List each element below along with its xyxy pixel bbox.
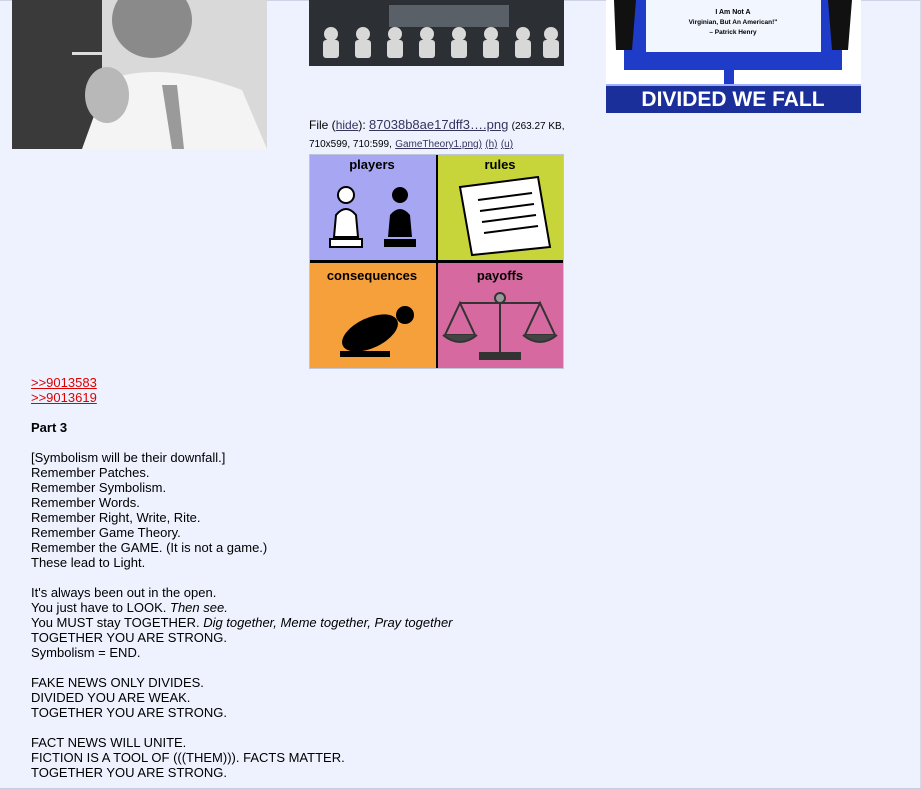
chess-pieces-image xyxy=(309,0,564,66)
post-line: Remember the GAME. (It is not a game.) xyxy=(31,540,268,555)
divided-we-fall-thumbnail[interactable]: I Am Not A Virginian, But An American!" … xyxy=(606,0,861,113)
h-link[interactable]: (h) xyxy=(485,139,497,150)
game-theory-thumbnail[interactable]: players rules consequences payoffs xyxy=(309,154,564,369)
post-body: >>9013583 >>9013619 Part 3 [Symbolism wi… xyxy=(31,375,631,780)
divided-poster: I Am Not A Virginian, But An American!" … xyxy=(606,0,861,113)
post-line: Remember Game Theory. xyxy=(31,525,181,540)
post-line: You just have to LOOK. Then see. xyxy=(31,600,631,615)
game-theory-image: players rules consequences payoffs xyxy=(310,155,563,368)
poster-attribution: – Patrick Henry xyxy=(709,29,757,36)
post-line: FACT NEWS WILL UNITE. xyxy=(31,735,187,750)
portrait-photo xyxy=(12,0,267,149)
rules-paper-icon xyxy=(458,175,552,257)
post-line: TOGETHER YOU ARE STRONG. xyxy=(31,705,227,720)
must-text: You MUST stay TOGETHER. xyxy=(31,615,204,630)
u-link[interactable]: (u) xyxy=(501,139,513,150)
post-line: DIVIDED YOU ARE WEAK. xyxy=(31,690,191,705)
hide-link[interactable]: hide xyxy=(336,118,359,132)
post-line: Symbolism = END. xyxy=(31,645,141,660)
post-line: Remember Patches. xyxy=(31,465,150,480)
quote-link-2[interactable]: >>9013619 xyxy=(31,390,631,405)
quote-link-1[interactable]: >>9013583 xyxy=(31,375,631,390)
post-line: FAKE NEWS ONLY DIVIDES. xyxy=(31,675,204,690)
post-line: Remember Symbolism. xyxy=(31,480,167,495)
post-line: Remember Words. xyxy=(31,495,140,510)
post-line: It's always been out in the open. xyxy=(31,585,217,600)
post-line: FICTION IS A TOOL OF (((THEM))). FACTS M… xyxy=(31,750,345,765)
post-line: These lead to Light. xyxy=(31,555,146,570)
chess-image-thumbnail[interactable] xyxy=(309,0,564,66)
post-line: TOGETHER YOU ARE STRONG. xyxy=(31,630,227,645)
original-filename-link[interactable]: GameTheory1.png) xyxy=(395,139,482,150)
file-dimensions: 710x599, 710:599, xyxy=(309,139,392,150)
post-line: Remember Right, Write, Rite. xyxy=(31,510,201,525)
look-italic-text: Then see. xyxy=(170,600,228,615)
must-italic-text: Dig together, Meme together, Pray togeth… xyxy=(203,615,453,630)
poster-quote-2: Virginian, But An American!" xyxy=(689,19,778,26)
post-heading: Part 3 xyxy=(31,420,68,435)
look-text: You just have to LOOK. xyxy=(31,600,170,615)
file-size: (263.27 KB, xyxy=(511,121,565,132)
post-image-thumbnail[interactable] xyxy=(12,0,267,149)
file-name-link[interactable]: 87038b8ae17dff3….png xyxy=(369,117,508,132)
quadrant-players-label: players xyxy=(349,157,395,172)
post-line: You MUST stay TOGETHER. Dig together, Me… xyxy=(31,615,631,630)
file-label: File xyxy=(309,118,329,132)
quadrant-consequences-label: consequences xyxy=(327,268,417,283)
poster-quote-1: I Am Not A xyxy=(715,9,750,16)
quadrant-payoffs-label: payoffs xyxy=(477,268,523,283)
poster-banner: DIVIDED WE FALL xyxy=(641,88,824,111)
file-info: File (hide): 87038b8ae17dff3….png (263.2… xyxy=(309,117,565,150)
quadrant-rules-label: rules xyxy=(484,157,515,172)
post-line: [Symbolism will be their downfall.] xyxy=(31,450,226,465)
post-line: TOGETHER YOU ARE STRONG. xyxy=(31,765,227,780)
